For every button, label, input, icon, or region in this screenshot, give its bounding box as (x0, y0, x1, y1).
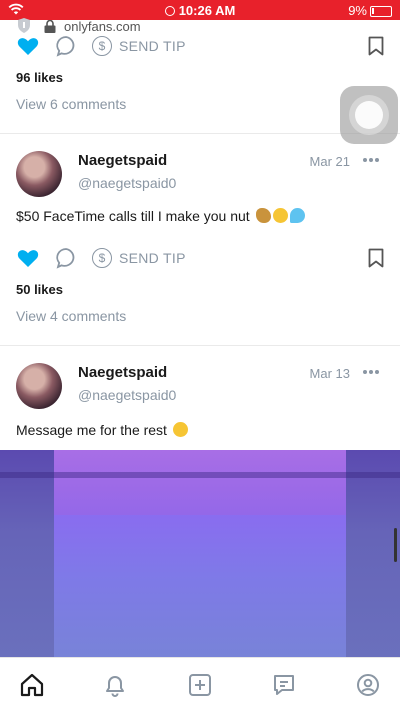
browser-url-bar[interactable]: onlyfans.com (0, 18, 400, 34)
post-date: Mar 13 (309, 366, 350, 381)
view-comments-link[interactable]: View 6 comments (16, 96, 126, 112)
scroll-indicator (394, 528, 397, 562)
likes-count: 96 likes (16, 70, 63, 85)
lock-icon (44, 20, 56, 33)
profile-icon[interactable] (354, 671, 382, 699)
send-tip-button[interactable]: $ SEND TIP (92, 34, 186, 58)
alarm-icon (164, 6, 175, 16)
post-text-content: $50 FaceTime calls till I make you nut (16, 208, 250, 224)
bell-icon[interactable] (101, 671, 129, 699)
post-author-name[interactable]: Naegetspaid (78, 364, 167, 381)
heart-icon[interactable] (16, 246, 40, 270)
messages-icon[interactable] (270, 671, 298, 699)
post-author-name[interactable]: Naegetspaid (78, 152, 167, 169)
post-actions: $ SEND TIP (16, 34, 384, 58)
bookmark-icon[interactable] (368, 248, 384, 268)
send-tip-label: SEND TIP (119, 250, 186, 266)
send-tip-button[interactable]: $ SEND TIP (92, 246, 186, 270)
add-post-icon[interactable] (186, 671, 214, 699)
more-options-icon[interactable] (362, 369, 380, 375)
post-text: Message me for the rest (16, 422, 188, 438)
dollar-circle-icon: $ (92, 248, 112, 268)
bottom-tab-bar (0, 657, 400, 711)
peanut-emoji (255, 208, 271, 223)
assistive-touch-button[interactable] (340, 86, 398, 144)
battery-percent: 9% (348, 3, 367, 18)
post-text-content: Message me for the rest (16, 422, 167, 438)
heart-icon[interactable] (16, 34, 40, 58)
view-comments-link[interactable]: View 4 comments (16, 308, 126, 324)
tongue-face-emoji (172, 422, 188, 437)
post-divider (0, 345, 400, 346)
home-icon[interactable] (18, 671, 46, 699)
post-text: $50 FaceTime calls till I make you nut (16, 208, 305, 224)
url-text: onlyfans.com (64, 19, 141, 34)
bookmark-icon[interactable] (368, 36, 384, 56)
post-date: Mar 21 (309, 154, 350, 169)
post-author-handle[interactable]: @naegetspaid0 (78, 175, 176, 191)
tongue-face-emoji (272, 208, 288, 223)
avatar[interactable] (16, 151, 62, 197)
battery-icon (370, 6, 392, 17)
post-actions: $ SEND TIP (16, 246, 384, 270)
post-author-handle[interactable]: @naegetspaid0 (78, 387, 176, 403)
dollar-circle-icon: $ (92, 36, 112, 56)
avatar[interactable] (16, 363, 62, 409)
sweat-droplets-emoji (289, 208, 305, 223)
comment-icon[interactable] (54, 246, 78, 270)
likes-count: 50 likes (16, 282, 63, 297)
status-time: 10:26 AM (178, 3, 236, 18)
status-bar: 10:26 AM 9% (0, 0, 400, 20)
more-options-icon[interactable] (362, 157, 380, 163)
send-tip-label: SEND TIP (119, 38, 186, 54)
shield-icon (18, 18, 30, 33)
comment-icon[interactable] (54, 34, 78, 58)
post-media-video[interactable] (0, 450, 400, 657)
